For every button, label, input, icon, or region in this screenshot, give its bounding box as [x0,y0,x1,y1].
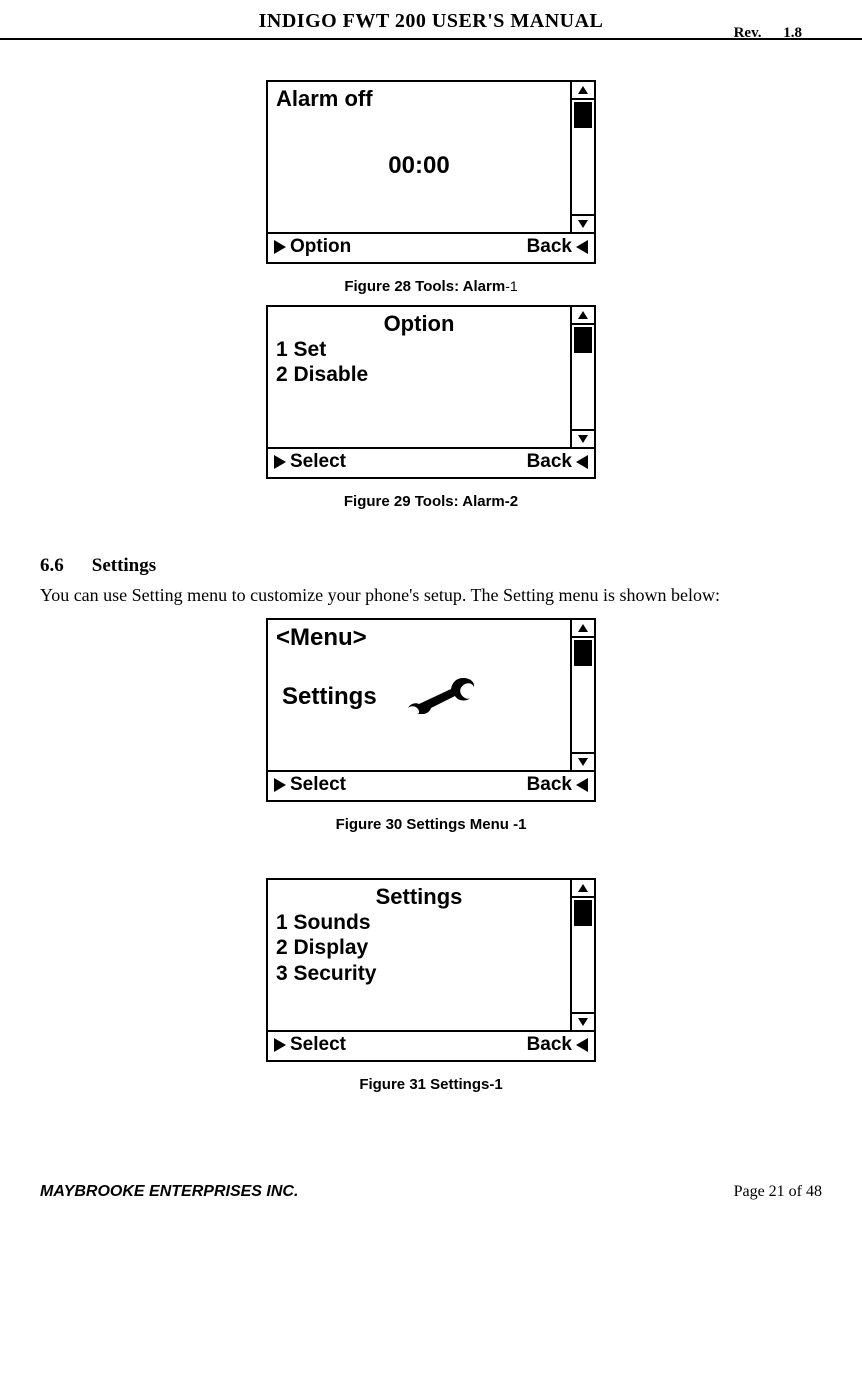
softkey-bar: Option Back [268,232,594,262]
phone-screen-menu-settings: <Menu> Settings Se [266,618,596,802]
softkey-left-label: Select [290,1034,346,1056]
softkey-back-button[interactable]: Back [527,774,588,796]
phone-screen-settings-list: Settings 1 Sounds 2 Display 3 Security S… [266,878,596,1062]
scroll-up-icon[interactable] [572,307,594,325]
scroll-up-icon[interactable] [572,880,594,898]
softkey-option-button[interactable]: Option [274,236,351,258]
softkey-select-button[interactable]: Select [274,774,346,796]
scrollbar[interactable] [570,307,594,447]
footer-company: MAYBROOKE ENTERPRISES INC. [40,1183,298,1201]
softkey-right-label: Back [527,1034,572,1056]
wrench-icon [405,674,483,719]
scroll-down-icon[interactable] [572,429,594,447]
softkey-right-label: Back [527,451,572,473]
screen-display-area: <Menu> Settings [268,620,570,770]
figure-29-caption: Figure 29 Tools: Alarm-2 [40,493,822,510]
softkey-back-button[interactable]: Back [527,1034,588,1056]
scroll-thumb[interactable] [574,900,592,926]
softkey-back-button[interactable]: Back [527,451,588,473]
option-menu-title: Option [276,311,562,337]
triangle-left-icon [576,1038,588,1052]
menu-item-security[interactable]: 3 Security [276,961,562,986]
scrollbar[interactable] [570,880,594,1030]
figure-28-caption: Figure 28 Tools: Alarm-1 [40,278,822,295]
settings-label: Settings [282,683,377,711]
menu-item-disable[interactable]: 2 Disable [276,362,562,387]
figure-31-caption: Figure 31 Settings-1 [40,1076,822,1093]
scroll-thumb[interactable] [574,327,592,353]
triangle-left-icon [576,240,588,254]
page-header: INDIGO FWT 200 USER'S MANUAL Rev. 1.8 [0,0,862,40]
triangle-left-icon [576,778,588,792]
softkey-right-label: Back [527,774,572,796]
section-number: 6.6 [40,555,64,576]
section-title: Settings [92,555,156,576]
scroll-up-icon[interactable] [572,82,594,100]
scrollbar[interactable] [570,620,594,770]
scroll-up-icon[interactable] [572,620,594,638]
phone-screen-option-menu: Option 1 Set 2 Disable Select Back [266,305,596,479]
alarm-status-label: Alarm off [276,86,562,112]
scroll-down-icon[interactable] [572,752,594,770]
softkey-left-label: Option [290,236,351,258]
scroll-track [572,928,594,1012]
softkey-right-label: Back [527,236,572,258]
section-6-6: 6.6 Settings You can use Setting menu to … [40,555,822,608]
softkey-bar: Select Back [268,1030,594,1060]
scroll-thumb[interactable] [574,640,592,666]
softkey-left-label: Select [290,774,346,796]
section-heading: 6.6 Settings [40,555,822,577]
figure-30-caption: Figure 30 Settings Menu -1 [40,816,822,833]
softkey-bar: Select Back [268,770,594,800]
softkey-left-label: Select [290,451,346,473]
scroll-down-icon[interactable] [572,1012,594,1030]
scroll-down-icon[interactable] [572,214,594,232]
section-body-text: You can use Setting menu to customize yo… [40,583,822,608]
triangle-right-icon [274,455,286,469]
screen-display-area: Alarm off 00:00 [268,82,570,232]
settings-menu-title: Settings [276,884,562,910]
triangle-right-icon [274,778,286,792]
revision-number: 1.8 [783,25,802,41]
menu-item-display[interactable]: 2 Display [276,935,562,960]
triangle-right-icon [274,1038,286,1052]
alarm-time-value: 00:00 [276,152,562,180]
menu-item-sounds[interactable]: 1 Sounds [276,910,562,935]
page-footer: MAYBROOKE ENTERPRISES INC. Page 21 of 48 [0,1183,862,1221]
softkey-select-button[interactable]: Select [274,1034,346,1056]
scroll-track [572,130,594,214]
menu-item-set[interactable]: 1 Set [276,337,562,362]
triangle-left-icon [576,455,588,469]
softkey-bar: Select Back [268,447,594,477]
screen-display-area: Settings 1 Sounds 2 Display 3 Security [268,880,570,1030]
screen-display-area: Option 1 Set 2 Disable [268,307,570,447]
triangle-right-icon [274,240,286,254]
document-title: INDIGO FWT 200 USER'S MANUAL [40,10,822,33]
revision-label: Rev. [734,25,762,41]
softkey-select-button[interactable]: Select [274,451,346,473]
revision-block: Rev. 1.8 [734,25,802,42]
scroll-track [572,355,594,429]
footer-page-number: Page 21 of 48 [734,1183,822,1201]
scroll-track [572,668,594,752]
phone-screen-alarm-off: Alarm off 00:00 Option Back [266,80,596,264]
softkey-back-button[interactable]: Back [527,236,588,258]
scroll-thumb[interactable] [574,102,592,128]
menu-breadcrumb-label: <Menu> [276,624,562,652]
scrollbar[interactable] [570,82,594,232]
